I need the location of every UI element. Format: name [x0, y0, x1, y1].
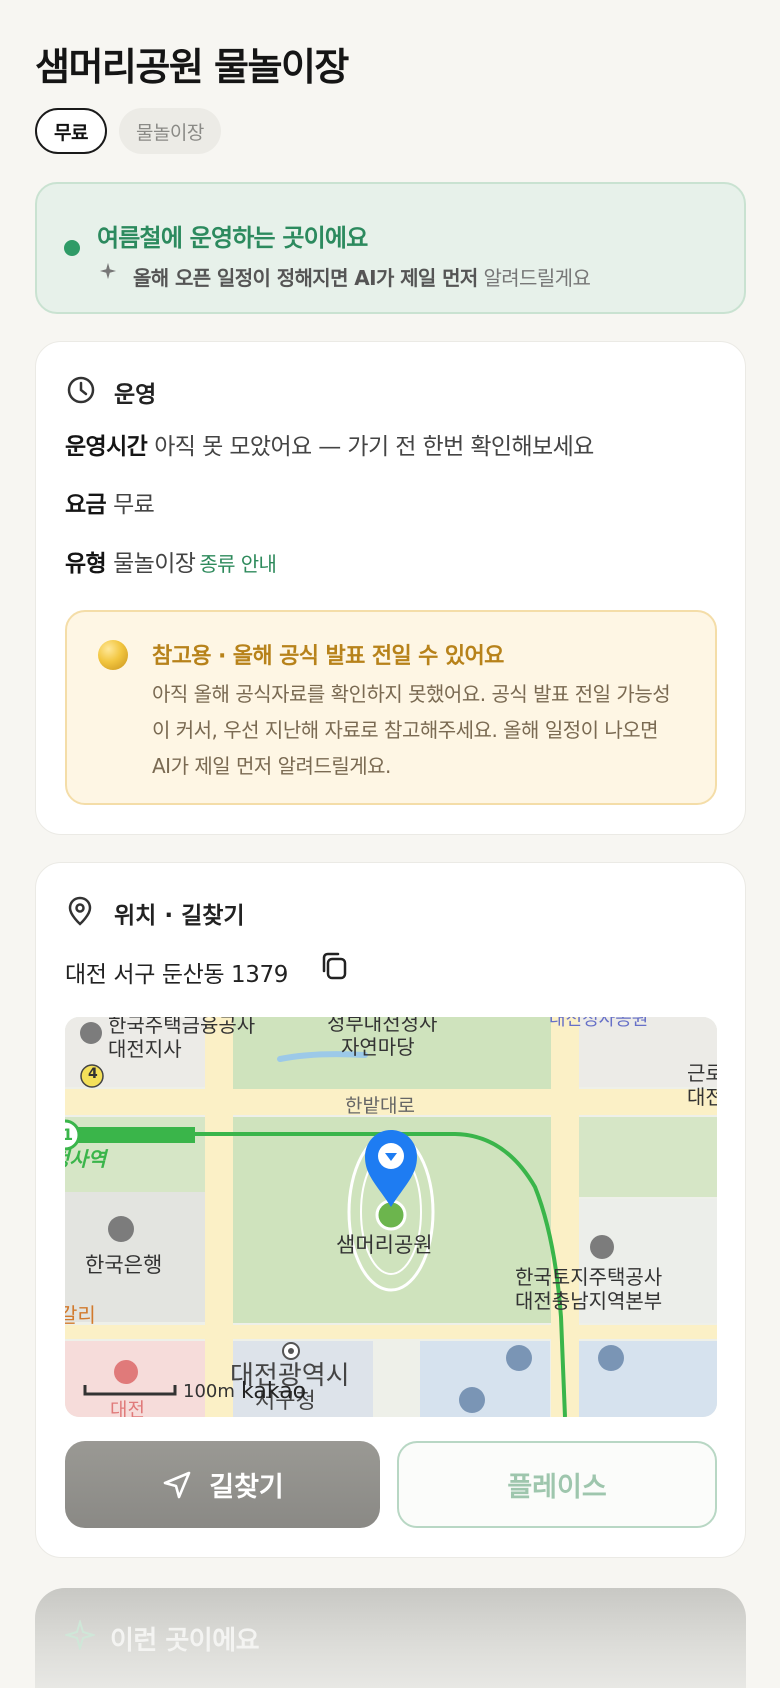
clock-icon: [67, 376, 95, 404]
map-canvas: [65, 1017, 717, 1417]
map-label-top-right: 대전청사공원: [549, 1017, 649, 1030]
note-title: 참고용 · 올해 공식 발표 전일 수 있어요: [152, 644, 504, 669]
map-label-station: 청사역: [65, 1147, 107, 1171]
about-section: 이런 곳이에요: [35, 1588, 746, 1688]
map-scale-label: 100m: [183, 1381, 235, 1402]
address-text: 대전 서구 둔산동 1379: [65, 962, 288, 988]
map-label-bank: 한국은행: [85, 1253, 163, 1277]
map-label-line-badge-1: 1: [65, 1125, 74, 1144]
map-label-hospital: 대전: [110, 1399, 145, 1417]
season-subtitle: 올해 오픈 일정이 정해지면 AI가 제일 먼저 알려드릴게요: [133, 266, 591, 290]
fee-key: 요금: [65, 492, 107, 518]
coin-icon: [98, 640, 128, 670]
map-label-right-cut2: 대전: [687, 1085, 717, 1109]
page-title: 샘머리공원 물놀이장: [35, 45, 349, 89]
location-heading: 위치 · 길찾기: [114, 903, 245, 929]
directions-button[interactable]: 길찾기: [65, 1441, 380, 1528]
hours-value: 아직 못 모았어요 — 가기 전 한번 확인해보세요: [154, 434, 594, 460]
map-label-road: 한밭대로: [345, 1095, 415, 1117]
type-row: 유형 물놀이장 종류 안내: [65, 544, 277, 578]
location-pin-icon: [68, 896, 92, 926]
directions-label: 길찾기: [209, 1472, 284, 1503]
fee-row: 요금 무료: [65, 485, 155, 519]
note-body: 아직 올해 공식자료를 확인하지 못했어요. 공식 발표 전일 가능성이 커서,…: [152, 682, 671, 778]
map-label-line-badge: 4: [88, 1066, 98, 1082]
map-view[interactable]: 한국주택금융공사 대전지사 정부대전청사 자연마당 대전청사공원 근로 대전 한…: [65, 1017, 717, 1417]
reference-note: 참고용 · 올해 공식 발표 전일 수 있어요 아직 올해 공식자료를 확인하지…: [65, 610, 717, 805]
map-label-garden-b: 자연마당: [341, 1035, 415, 1059]
fee-value: 무료: [113, 492, 155, 518]
sparkle-icon: [99, 262, 117, 280]
chip-category[interactable]: 물놀이장: [118, 108, 221, 154]
map-brand-logo: kakao: [241, 1379, 307, 1404]
season-notice: 여름철에 운영하는 곳이에요 올해 오픈 일정이 정해지면 AI가 제일 먼저 …: [35, 182, 746, 314]
location-card: 위치 · 길찾기 대전 서구 둔산동 1379 한국주택금융공사 대전지사 정부…: [35, 862, 746, 1558]
season-title: 여름철에 운영하는 곳이에요: [97, 224, 368, 252]
copy-icon[interactable]: [319, 951, 349, 981]
place-button[interactable]: 플레이스: [397, 1441, 717, 1528]
operations-heading: 운영: [114, 382, 157, 408]
navigation-arrow-icon: [163, 1471, 191, 1498]
operations-card: 운영 운영시간 아직 못 모았어요 — 가기 전 한번 확인해보세요 요금 무료 유…: [35, 341, 746, 835]
tag-chips: 무료 물놀이장: [35, 108, 221, 154]
about-title: 이런 곳이에요: [110, 1626, 260, 1656]
map-label-park: 샘머리공원: [336, 1233, 433, 1257]
status-dot: [64, 240, 80, 256]
map-label-left-cut: 갈리: [65, 1303, 96, 1327]
type-value: 물놀이장: [113, 551, 196, 577]
map-label-building1b: 대전지사: [108, 1037, 182, 1061]
type-guide-link[interactable]: 종류 안내: [199, 552, 277, 576]
map-label-lh-b: 대전충남지역본부: [515, 1289, 663, 1313]
place-label: 플레이스: [507, 1472, 607, 1503]
type-key: 유형: [65, 551, 107, 577]
hours-key: 운영시간: [65, 434, 148, 460]
sparkle-icon: [65, 1620, 95, 1650]
hours-row: 운영시간 아직 못 모았어요 — 가기 전 한번 확인해보세요: [65, 427, 594, 461]
chip-free[interactable]: 무료: [35, 108, 107, 154]
